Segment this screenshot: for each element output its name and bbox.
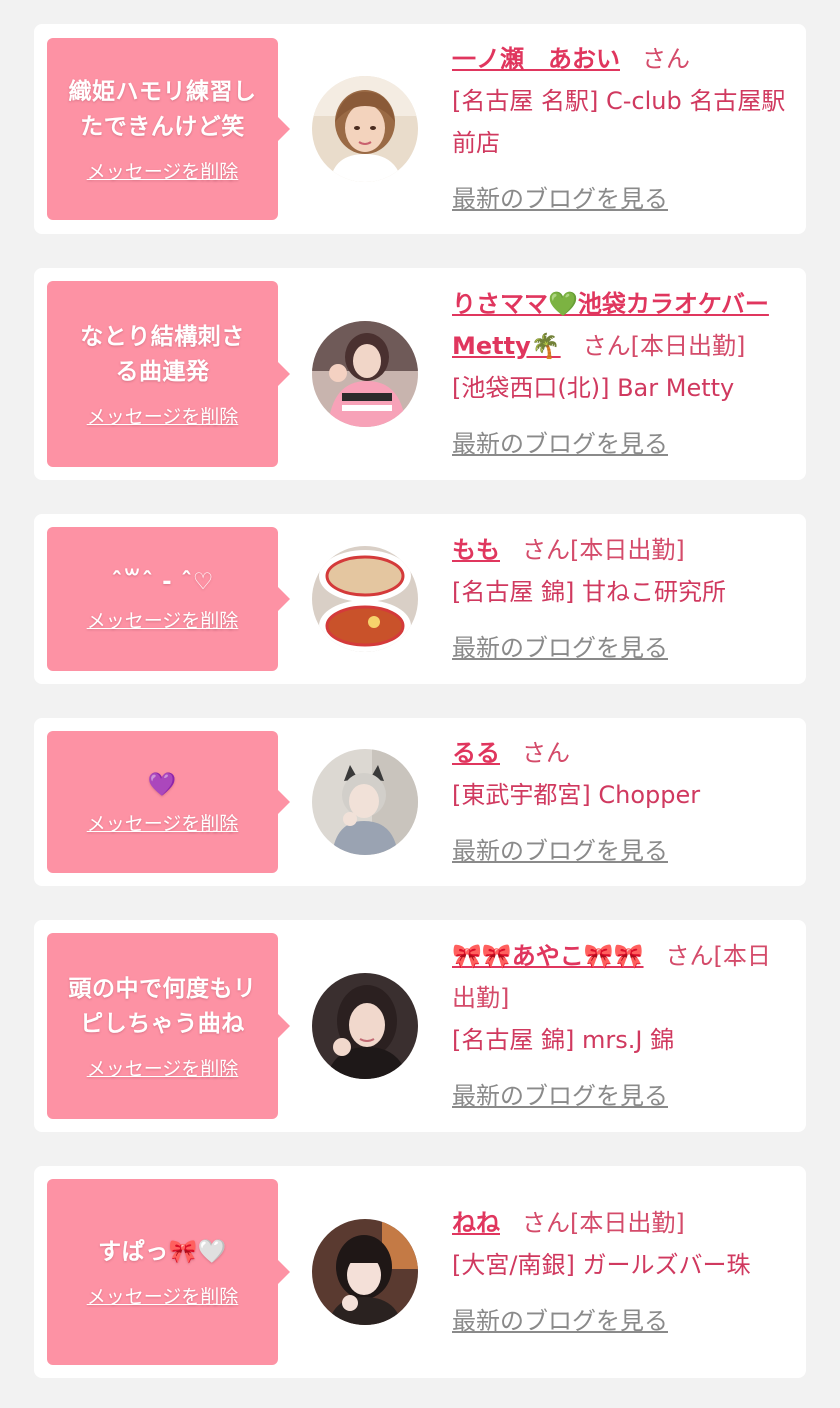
- honorific-status: さん: [522, 739, 570, 767]
- honorific-status: さん[本日出勤]: [582, 332, 746, 360]
- message-card: すぱっ🎀🤍 メッセージを削除 ねね さん[本日出勤] [大宮/南銀] ガールズバー…: [34, 1166, 806, 1378]
- sender-name-link[interactable]: るる: [452, 739, 500, 767]
- message-card: なとり結構刺さる曲連発 メッセージを削除 りさママ💚池袋カラオケバーMetty🌴…: [34, 268, 806, 480]
- avatar[interactable]: [312, 546, 418, 652]
- woman-bangs-icon: [312, 1219, 418, 1325]
- sender-name-link[interactable]: もも: [452, 536, 500, 564]
- delete-message-link[interactable]: メッセージを削除: [57, 809, 268, 836]
- message-bubble: 💜 メッセージを削除: [47, 731, 290, 873]
- avatar[interactable]: [312, 973, 418, 1079]
- avatar[interactable]: [312, 321, 418, 427]
- message-card: 織姫ハモリ練習したできんけど笑 メッセージを削除 一ノ瀬 あおい さん [名古屋 …: [34, 24, 806, 234]
- message-text: 織姫ハモリ練習したできんけど笑: [68, 78, 257, 140]
- message-bubble: 頭の中で何度もリピしちゃう曲ね メッセージを削除: [47, 933, 290, 1119]
- latest-blog-link[interactable]: 最新のブログを見る: [452, 627, 668, 669]
- delete-message-link[interactable]: メッセージを削除: [57, 402, 268, 429]
- woman-portrait-icon: [312, 76, 418, 182]
- message-text: ˆ꒳ˆ ‐ ˆ♡: [111, 569, 214, 595]
- message-bubble: 織姫ハモリ練習したできんけど笑 メッセージを削除: [47, 38, 290, 220]
- sender-info: 🎀🎀あやこ🎀🎀 さん[本日出勤] [名古屋 錦] mrs.J 錦 最新のブログを見…: [452, 935, 794, 1117]
- avatar[interactable]: [312, 76, 418, 182]
- honorific-status: さん[本日出勤]: [522, 1209, 685, 1237]
- message-bubble: ˆ꒳ˆ ‐ ˆ♡ メッセージを削除: [47, 527, 290, 671]
- latest-blog-link[interactable]: 最新のブログを見る: [452, 830, 668, 872]
- honorific-status: さん[本日出勤]: [522, 536, 685, 564]
- honorific-status: さん: [642, 45, 690, 73]
- shop-location: [大宮/南銀] ガールズバー珠: [452, 1251, 751, 1279]
- message-text: 💜: [147, 772, 178, 798]
- message-bubble: なとり結構刺さる曲連発 メッセージを削除: [47, 281, 290, 467]
- shop-location: [東武宇都宮] Chopper: [452, 781, 701, 809]
- shop-location: [名古屋 錦] 甘ねこ研究所: [452, 578, 726, 606]
- message-text: なとり結構刺さる曲連発: [80, 323, 245, 385]
- latest-blog-link[interactable]: 最新のブログを見る: [452, 1075, 668, 1117]
- delete-message-link[interactable]: メッセージを削除: [57, 1054, 268, 1081]
- delete-message-link[interactable]: メッセージを削除: [57, 157, 268, 184]
- message-text: すぱっ🎀🤍: [98, 1239, 227, 1265]
- latest-blog-link[interactable]: 最新のブログを見る: [452, 1300, 668, 1342]
- latest-blog-link[interactable]: 最新のブログを見る: [452, 423, 668, 465]
- message-list: 織姫ハモリ練習したできんけど笑 メッセージを削除 一ノ瀬 あおい さん [名古屋 …: [34, 24, 806, 1378]
- latest-blog-link[interactable]: 最新のブログを見る: [452, 178, 668, 220]
- shop-location: [名古屋 名駅] C-club 名古屋駅前店: [452, 87, 786, 157]
- message-card: 💜 メッセージを削除 るる さん [東武宇都宮] Chopper 最新のブログを見…: [34, 718, 806, 886]
- woman-selfie-icon: [312, 973, 418, 1079]
- message-bubble: すぱっ🎀🤍 メッセージを削除: [47, 1179, 290, 1365]
- cat-ear-woman-icon: [312, 749, 418, 855]
- sender-name-link[interactable]: 一ノ瀬 あおい: [452, 45, 620, 73]
- sender-info: もも さん[本日出勤] [名古屋 錦] 甘ねこ研究所 最新のブログを見る: [452, 529, 794, 669]
- message-card: 頭の中で何度もリピしちゃう曲ね メッセージを削除 🎀🎀あやこ🎀🎀 さん[本日出勤]…: [34, 920, 806, 1132]
- message-text: 頭の中で何度もリピしちゃう曲ね: [68, 975, 257, 1037]
- shop-location: [名古屋 錦] mrs.J 錦: [452, 1026, 675, 1054]
- delete-message-link[interactable]: メッセージを削除: [57, 1282, 268, 1309]
- sender-name-link[interactable]: ねね: [452, 1209, 500, 1237]
- sender-info: 一ノ瀬 あおい さん [名古屋 名駅] C-club 名古屋駅前店 最新のブログを…: [452, 38, 794, 220]
- sender-info: りさママ💚池袋カラオケバーMetty🌴 さん[本日出勤] [池袋西口(北)] Ba…: [452, 283, 794, 465]
- avatar[interactable]: [312, 749, 418, 855]
- avatar[interactable]: [312, 1219, 418, 1325]
- delete-message-link[interactable]: メッセージを削除: [57, 606, 268, 633]
- woman-in-jersey-icon: [312, 321, 418, 427]
- shop-location: [池袋西口(北)] Bar Metty: [452, 374, 735, 402]
- sender-info: ねね さん[本日出勤] [大宮/南銀] ガールズバー珠 最新のブログを見る: [452, 1202, 794, 1342]
- message-card: ˆ꒳ˆ ‐ ˆ♡ メッセージを削除 もも さん[本日出勤] [名古屋 錦] 甘ねこ…: [34, 514, 806, 684]
- sender-name-link[interactable]: 🎀🎀あやこ🎀🎀: [452, 942, 644, 970]
- sender-info: るる さん [東武宇都宮] Chopper 最新のブログを見る: [452, 732, 794, 872]
- ramen-bowls-icon: [312, 546, 418, 652]
